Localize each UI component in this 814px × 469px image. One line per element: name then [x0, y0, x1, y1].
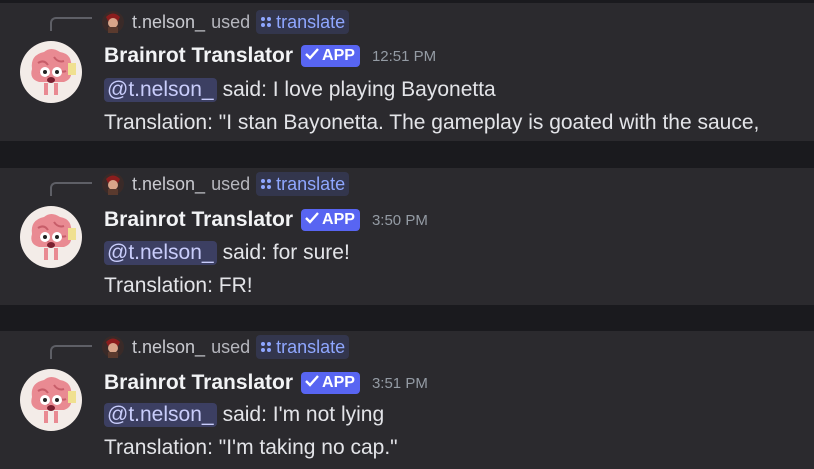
command-pill[interactable]: translate [256, 172, 350, 196]
command-name: translate [276, 11, 346, 32]
timestamp[interactable]: 12:51 PM [372, 48, 436, 65]
checkmark-icon [305, 211, 319, 229]
brain-character-icon [20, 206, 82, 268]
user-avatar-icon[interactable] [102, 336, 124, 358]
bot-avatar[interactable] [20, 206, 82, 268]
reply-used-text: used [211, 173, 251, 194]
message-body-line: @t.nelson_ said: I'm not lying [104, 400, 384, 430]
command-pill[interactable]: translate [256, 10, 350, 34]
slash-command-icon [260, 337, 272, 358]
reply-reference[interactable]: t.nelson_ used translate [102, 9, 350, 35]
message-body-line: @t.nelson_ said: I love playing Bayonett… [104, 75, 496, 105]
brain-character-icon [20, 41, 82, 103]
reply-reference[interactable]: t.nelson_ used translate [102, 171, 350, 197]
message-header: Brainrot Translator APP 12:51 PM [104, 42, 436, 70]
timestamp[interactable]: 3:51 PM [372, 375, 428, 392]
translation-text: Translation: "I stan Bayonetta. The game… [104, 111, 760, 134]
command-name: translate [276, 336, 346, 357]
bot-avatar[interactable] [20, 41, 82, 103]
app-badge: APP [301, 45, 360, 67]
message-feed: t.nelson_ used translate Brainrot Transl… [0, 0, 814, 469]
author-name[interactable]: Brainrot Translator [104, 208, 293, 232]
author-name[interactable]: Brainrot Translator [104, 371, 293, 395]
user-mention[interactable]: @t.nelson_ [104, 78, 217, 102]
badge-label: APP [322, 374, 355, 391]
translation-text: Translation: FR! [104, 274, 253, 297]
reply-username[interactable]: t.nelson_ [132, 337, 205, 358]
reply-connector [50, 17, 92, 31]
slash-command-icon [260, 174, 272, 195]
user-mention[interactable]: @t.nelson_ [104, 241, 217, 265]
author-name[interactable]: Brainrot Translator [104, 44, 293, 68]
reply-used-text: used [211, 336, 251, 357]
user-avatar-icon[interactable] [102, 173, 124, 195]
reply-username[interactable]: t.nelson_ [132, 174, 205, 195]
translation-text: Translation: "I'm taking no cap." [104, 436, 398, 459]
badge-label: APP [322, 211, 355, 228]
translation-line: Translation: "I'm taking no cap." [104, 433, 398, 463]
user-avatar-icon[interactable] [102, 11, 124, 33]
message[interactable]: t.nelson_ used translate Brainrot Transl… [0, 168, 814, 305]
command-pill[interactable]: translate [256, 335, 350, 359]
message[interactable]: t.nelson_ used translate Brainrot Transl… [0, 331, 814, 469]
badge-label: APP [322, 47, 355, 64]
reply-used-text: used [211, 11, 251, 32]
brain-character-icon [20, 369, 82, 431]
reply-username[interactable]: t.nelson_ [132, 12, 205, 33]
reply-reference[interactable]: t.nelson_ used translate [102, 334, 350, 360]
reply-connector [50, 345, 92, 359]
bot-avatar[interactable] [20, 369, 82, 431]
message-header: Brainrot Translator APP 3:50 PM [104, 206, 428, 234]
app-badge: APP [301, 372, 360, 394]
user-mention[interactable]: @t.nelson_ [104, 403, 217, 427]
timestamp[interactable]: 3:50 PM [372, 212, 428, 229]
checkmark-icon [305, 47, 319, 65]
slash-command-icon [260, 12, 272, 33]
message-header: Brainrot Translator APP 3:51 PM [104, 369, 428, 397]
translation-line: Translation: "I stan Bayonetta. The game… [104, 108, 759, 138]
said-text: said: I love playing Bayonetta [222, 78, 496, 101]
translation-line: Translation: FR! [104, 271, 253, 301]
message[interactable]: t.nelson_ used translate Brainrot Transl… [0, 3, 814, 141]
command-name: translate [276, 173, 346, 194]
checkmark-icon [305, 374, 319, 392]
app-badge: APP [301, 209, 360, 231]
reply-connector [50, 182, 92, 196]
message-body-line: @t.nelson_ said: for sure! [104, 238, 350, 268]
said-text: said: I'm not lying [222, 403, 385, 426]
said-text: said: for sure! [222, 241, 350, 264]
